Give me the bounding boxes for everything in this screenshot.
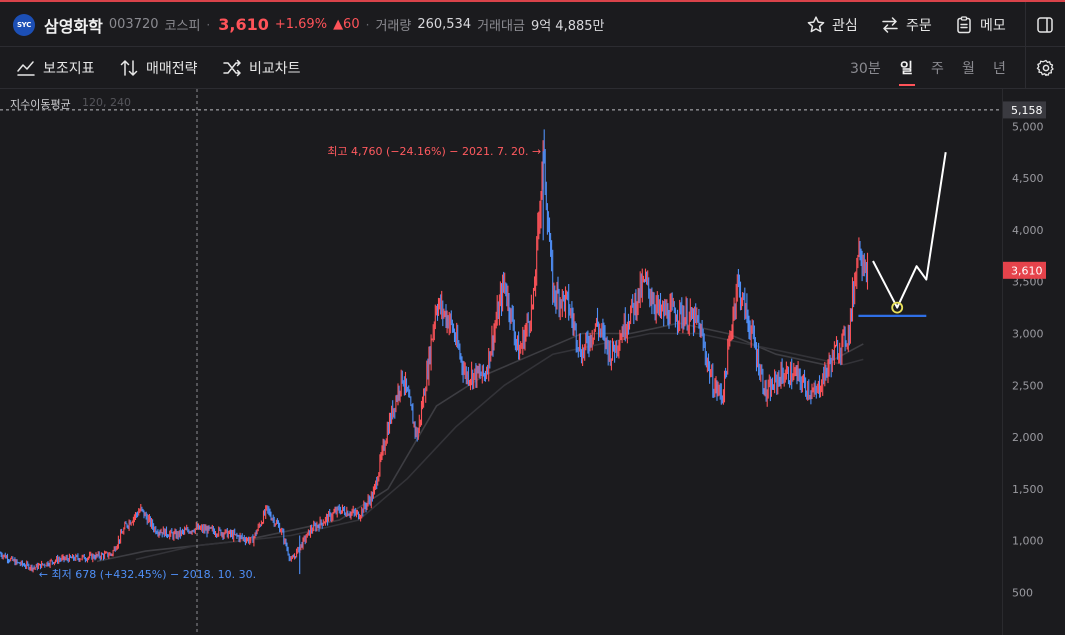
gear-icon xyxy=(1036,59,1054,77)
high-annotation: 최고 4,760 (−24.16%) − 2021. 7. 20. → xyxy=(327,145,541,158)
current-price-marker: 3,610 xyxy=(1003,261,1046,279)
indicator-label: 보조지표 xyxy=(43,61,95,77)
watch-button[interactable]: 관심 xyxy=(806,2,858,47)
swap-arrows-icon xyxy=(882,16,898,33)
price-chart[interactable]: 5001,0001,5002,0002,5003,0003,5004,0004,… xyxy=(0,89,1065,635)
low-annotation: ← 최저 678 (+432.45%) − 2018. 10. 30. xyxy=(39,568,256,581)
change-percent: +1.69% xyxy=(274,17,328,32)
y-tick-label: 3,000 xyxy=(1012,328,1044,341)
separator: · xyxy=(206,17,211,32)
stock-header: SYC 삼영화학 003720 코스피 · 3,610 +1.69% ▲60 ·… xyxy=(0,2,1065,47)
y-tick-label: 4,500 xyxy=(1012,172,1044,185)
period-tab-day[interactable]: 일 xyxy=(900,47,913,89)
y-tick-label: 4,000 xyxy=(1012,224,1044,237)
chart-toolbar: 보조지표 매매전략 비교차트 30분 일 주 월 년 xyxy=(0,47,1065,89)
crosshair: 5,158 xyxy=(0,89,1046,635)
ema-240-line xyxy=(135,332,864,561)
user-drawing[interactable] xyxy=(858,152,947,317)
amount-label: 거래대금 xyxy=(477,19,525,34)
volume-label: 거래량 xyxy=(375,19,412,34)
memo-button[interactable]: 메모 xyxy=(954,2,1006,47)
order-label: 주문 xyxy=(906,17,932,34)
period-tab-week[interactable]: 주 xyxy=(931,47,944,89)
separator: · xyxy=(365,17,370,32)
period-tab-year[interactable]: 년 xyxy=(993,47,1006,89)
active-period-underline xyxy=(899,84,915,86)
candlesticks xyxy=(0,129,869,575)
divider xyxy=(1025,2,1026,47)
y-tick-label: 500 xyxy=(1012,587,1033,600)
memo-label: 메모 xyxy=(980,17,1006,34)
shuffle-icon xyxy=(223,59,241,77)
volume-value: 260,534 xyxy=(417,17,472,32)
strategy-label: 매매전략 xyxy=(146,61,198,77)
change-amount: ▲60 xyxy=(333,17,360,32)
stock-code: 003720 xyxy=(108,17,159,32)
crosshair-price: 5,158 xyxy=(1011,104,1043,117)
settings-button[interactable] xyxy=(1036,47,1056,89)
order-button[interactable]: 주문 xyxy=(880,2,932,47)
compare-label: 비교차트 xyxy=(249,61,301,77)
company-logo: SYC xyxy=(13,14,35,36)
divider xyxy=(1025,47,1026,89)
panel-icon xyxy=(1037,16,1053,33)
stock-info-row: 삼영화학 003720 코스피 · 3,610 +1.69% ▲60 · 거래량… xyxy=(44,2,604,47)
star-icon xyxy=(807,15,825,32)
market-name: 코스피 xyxy=(164,19,201,34)
trade-arrows-icon xyxy=(120,60,138,76)
compare-button[interactable]: 비교차트 xyxy=(222,47,301,89)
current-price: 3,610 xyxy=(218,15,269,34)
side-panel-toggle[interactable] xyxy=(1035,2,1055,47)
period-tab-month[interactable]: 월 xyxy=(962,47,975,89)
y-tick-label: 2,000 xyxy=(1012,431,1044,444)
y-tick-label: 1,000 xyxy=(1012,535,1044,548)
current-price-tag-text: 3,610 xyxy=(1011,264,1043,277)
indicator-button[interactable]: 보조지표 xyxy=(16,47,95,89)
strategy-button[interactable]: 매매전략 xyxy=(119,47,198,89)
y-tick-label: 2,500 xyxy=(1012,379,1044,392)
clipboard-icon xyxy=(957,15,971,33)
y-tick-label: 5,000 xyxy=(1012,120,1044,133)
y-axis-ticks: 5001,0001,5002,0002,5003,0003,5004,0004,… xyxy=(1012,120,1044,599)
watch-label: 관심 xyxy=(832,17,858,34)
stock-name: 삼영화학 xyxy=(44,16,103,36)
y-tick-label: 1,500 xyxy=(1012,483,1044,496)
projection-line xyxy=(872,152,947,309)
period-tab-30min[interactable]: 30분 xyxy=(850,47,881,89)
amount-value: 9억 4,885만 xyxy=(530,19,605,34)
indicator-icon xyxy=(17,61,35,76)
